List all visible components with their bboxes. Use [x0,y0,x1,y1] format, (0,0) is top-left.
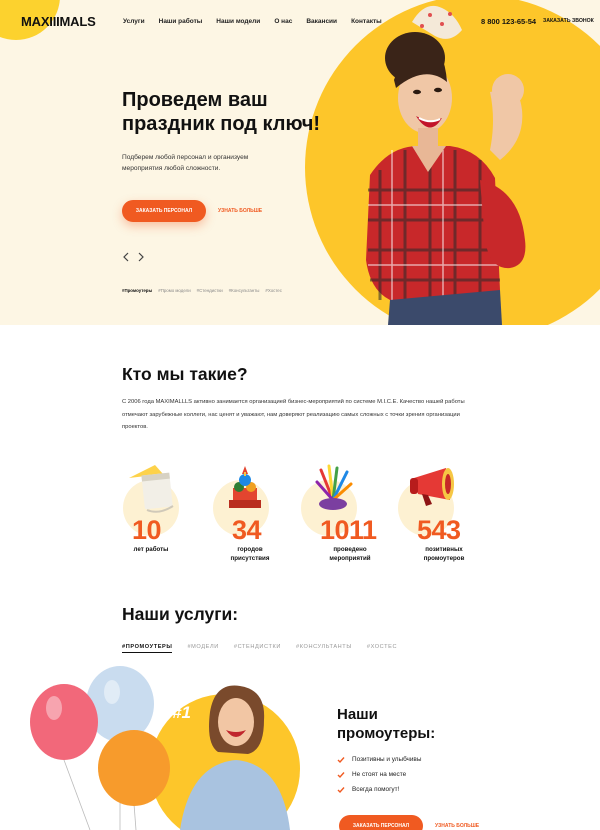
orange-balloon [98,730,170,806]
stat-promoters-label: позитивных промоутеров [416,546,472,563]
hero-tag-consultants[interactable]: #Консультанты [229,288,260,293]
stat-promoters-label-line1: позитивных [425,546,463,553]
stat-cities-label-line2: присутствия [230,554,270,562]
promo-feature-text: Не стоят на месте [352,771,407,778]
tab-consultants[interactable]: #консультанты [296,644,352,653]
promo-order-staff-button[interactable]: заказать персонал [339,815,423,830]
promo-feature-text: Всегда помогут! [352,786,400,793]
promo-features: Позитивны и улыбчивы Не стоят на месте В… [337,752,421,797]
hero-tag-promo-models[interactable]: #Промо модели [158,288,190,293]
hero-title: Проведем ваш праздник под ключ! [122,89,321,135]
prev-slide-button[interactable] [120,251,132,263]
promo-number: #1 [172,703,191,722]
promoter-photo [30,666,290,830]
hero-section: MAXIIIMALS Услуги Наши работы Наши модел… [0,0,600,325]
promo-feature-text: Позитивны и улыбчивы [352,756,422,763]
stat-years-label: лет работы [128,546,174,555]
promo-title-line1: Наши [337,706,378,723]
stat-cities-label: городов присутствия [225,546,275,563]
list-item: Всегда помогут! [337,782,421,797]
calendar-icon [129,465,174,513]
tab-models[interactable]: #модели [187,644,218,653]
tab-stand-girls[interactable]: #стендистки [234,644,281,653]
stat-events-label-line1: проведено [333,546,367,553]
pink-balloon [30,684,98,760]
tab-promoters[interactable]: #промоутеры [122,644,173,653]
hero-woman-photo [366,5,526,325]
stat-events-label: проведено мероприятий [323,546,377,563]
megaphone-icon [410,468,454,506]
stat-cities-label-line1: городов [237,546,263,553]
chevron-right-icon [138,252,144,262]
stat-years-value: 10 [132,515,162,545]
order-staff-button[interactable]: заказать персонал [122,200,206,222]
promo-title: Наши промоутеры: [337,705,435,743]
stat-cities-value: 34 [232,515,262,545]
kremlin-icon [229,466,261,508]
hero-tags: #Промоутеры #Промо модели #Стендистки #К… [122,288,288,293]
check-icon [337,771,345,778]
stat-years-label-line1: лет работы [133,546,169,553]
logo[interactable]: MAXIIIMALS [21,14,96,29]
list-item: Не стоят на месте [337,767,421,782]
check-icon [337,756,345,763]
promo-learn-more-link[interactable]: узнать больше [435,823,479,829]
next-slide-button[interactable] [135,251,147,263]
nav-item-works[interactable]: Наши работы [159,18,203,25]
nav-item-models[interactable]: Наши модели [216,18,260,25]
promo-title-line2: промоутеры: [337,725,436,742]
nav-item-about[interactable]: О нас [274,18,292,25]
hero-tag-hostess[interactable]: #Хостес [265,288,282,293]
hero-description: Подберем любой персонал и организуем мер… [122,154,249,172]
who-section-text: С 2006 года MAXIMALLLS активно занимаетс… [122,399,465,430]
chevron-left-icon [123,252,129,262]
fireworks-icon [315,464,353,510]
hero-tag-stand-girls[interactable]: #Стендистки [197,288,223,293]
tab-hostess[interactable]: #хостес [367,644,397,653]
stat-events-label-line2: мероприятий [329,554,371,562]
services-tabs: #промоутеры #модели #стендистки #консуль… [122,644,412,653]
stat-promoters-label-line2: промоутеров [423,554,465,562]
nav-item-vacancies[interactable]: Вакансии [306,18,337,25]
stat-events-value: 1011 [320,515,377,545]
stat-promoters-value: 543 [417,515,461,545]
learn-more-link[interactable]: узнать больше [218,208,262,214]
list-item: Позитивны и улыбчивы [337,752,421,767]
services-section-title: Наши услуги: [122,604,239,624]
hero-tag-promoters[interactable]: #Промоутеры [122,288,152,293]
nav-item-services[interactable]: Услуги [123,18,145,25]
who-section-title: Кто мы такие? [122,364,248,384]
check-icon [337,786,345,793]
